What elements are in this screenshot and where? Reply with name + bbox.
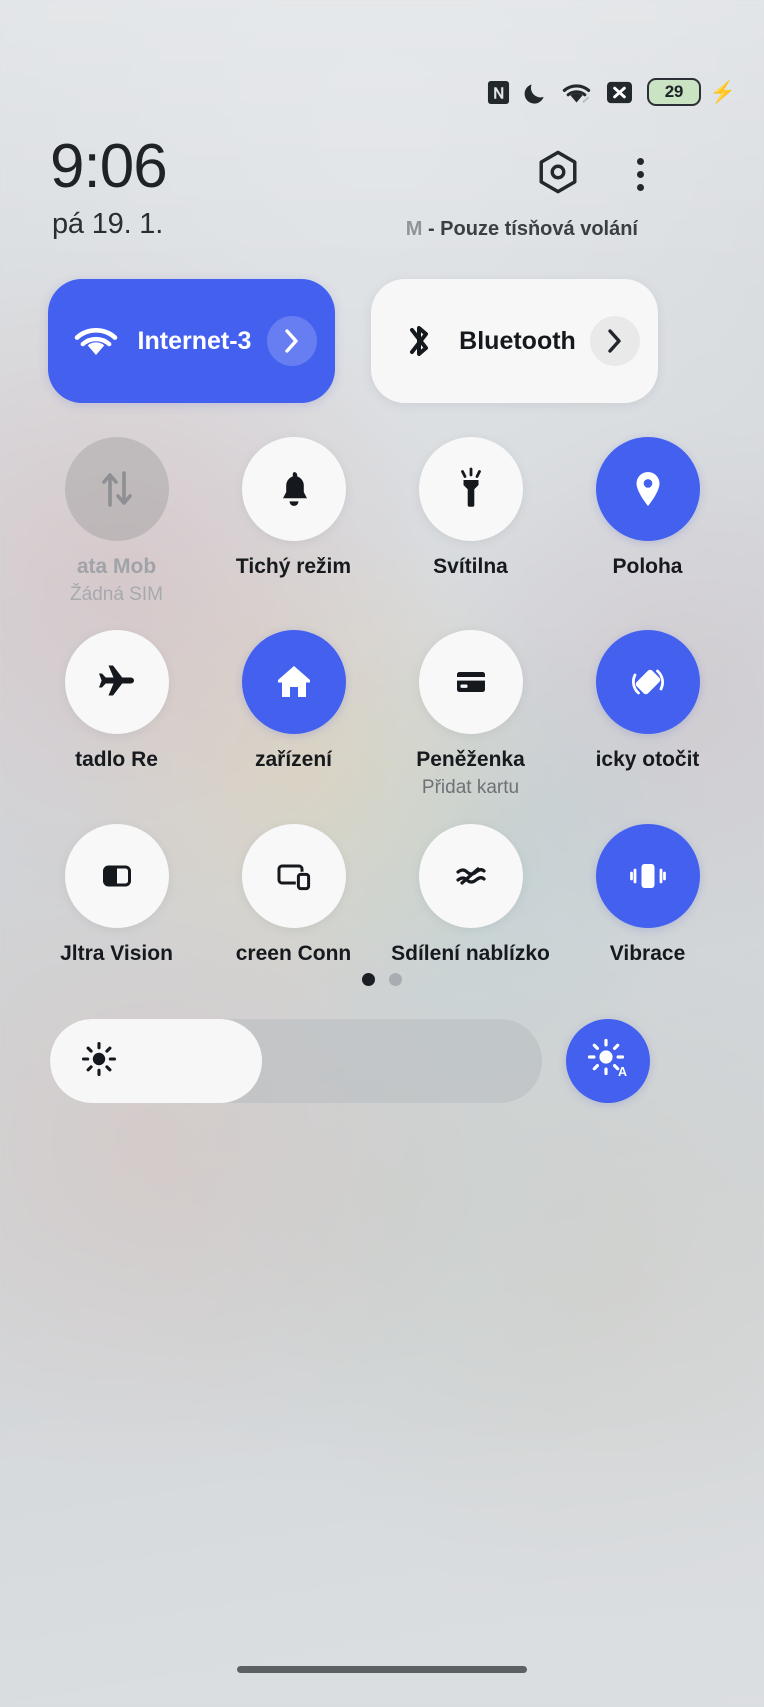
toggle-smart-devices-label: zařízení [254, 748, 333, 772]
data-transfer-icon [101, 471, 132, 507]
toggle-wallet-circle [418, 630, 523, 735]
toggle-auto-rotate[interactable]: icky otočit [559, 630, 736, 799]
toggle-silent-mode-label: Tichý režim [235, 555, 352, 578]
toggle-location-label: Poloha [612, 555, 683, 578]
date: pá 19. 1. [52, 208, 164, 240]
internet-tile-chevron[interactable] [267, 316, 317, 366]
toggle-flashlight-label: Svítilna [433, 555, 508, 578]
overflow-menu-button[interactable] [614, 148, 666, 200]
wifi-icon [561, 80, 592, 105]
toggle-flashlight[interactable]: Svítilna [382, 437, 559, 606]
charging-bolt-icon: ⚡ [709, 80, 736, 104]
cast-devices-icon [277, 864, 311, 892]
flashlight-icon [460, 467, 481, 507]
battery-indicator: 29 ⚡ [646, 78, 736, 106]
chevron-right-icon [285, 329, 298, 353]
bluetooth-icon [393, 318, 445, 364]
toggle-ultra-vision[interactable]: Jltra Vision [28, 823, 205, 967]
internet-tile[interactable]: Internet-3 [48, 279, 335, 403]
home-icon [277, 666, 310, 698]
credit-card-icon [456, 672, 485, 693]
toggle-smart-devices-circle [241, 630, 346, 735]
quick-settings-screen: 29 ⚡ 9:06 pá 19. 1. M - Pouze tísňová vo… [0, 0, 764, 1707]
toggle-vibrate[interactable]: Vibrace [559, 823, 736, 967]
more-vertical-icon-dot [636, 157, 644, 165]
toggle-location[interactable]: Poloha [559, 437, 736, 606]
auto-rotate-icon [631, 670, 664, 695]
toggle-ultra-vision-label: Jltra Vision [60, 941, 173, 965]
toggle-smart-devices[interactable]: zařízení [205, 630, 382, 799]
brightness-auto-icon: A [586, 1037, 630, 1086]
settings-button[interactable] [532, 148, 584, 200]
toggle-nearby-share[interactable]: Sdílení nablízko [382, 823, 559, 967]
more-vertical-icon-dot [636, 183, 644, 191]
vibrate-icon [629, 863, 666, 888]
carrier-message: - Pouze tísňová volání [427, 218, 638, 240]
brightness-slider-fill [50, 1019, 262, 1103]
toggle-vibrate-circle [595, 823, 700, 928]
toggle-nearby-share-label: Sdílení nablízko [391, 941, 550, 965]
clock: 9:06 [50, 132, 168, 201]
brightness-row: A [50, 1019, 714, 1103]
header: 9:06 pá 19. 1. M - Pouze tísňová volání [0, 122, 764, 252]
toggle-flashlight-circle [418, 437, 523, 541]
carrier-status: M - Pouze tísňová volání [406, 218, 638, 241]
auto-brightness-button[interactable]: A [566, 1019, 650, 1103]
bluetooth-tile[interactable]: Bluetooth [371, 279, 658, 403]
bluetooth-tile-chevron[interactable] [590, 316, 640, 366]
dnd-moon-icon [524, 80, 547, 105]
more-vertical-icon-dot [636, 170, 644, 178]
toggle-wallet-label: Peněženka [416, 748, 525, 772]
split-panel-icon [102, 865, 131, 887]
brightness-sun-icon [80, 1040, 118, 1083]
toggle-mobile-data-sub: Žádná SIM [70, 583, 163, 605]
location-pin-icon [636, 472, 659, 506]
toggle-nearby-share-circle [418, 823, 523, 928]
svg-text:A: A [618, 1065, 627, 1079]
carrier-name: M [405, 218, 423, 240]
toggle-vibrate-label: Vibrace [609, 941, 686, 965]
page-dot-2[interactable] [389, 973, 402, 986]
toggle-airplane-mode-label: tadlo Re [75, 748, 158, 772]
battery-icon: 29 [646, 78, 701, 106]
toggle-silent-mode[interactable]: Tichý režim [205, 437, 382, 606]
toggle-airplane-mode[interactable]: tadlo Re [28, 630, 205, 799]
hex-gear-icon [535, 149, 581, 200]
page-dot-1[interactable] [362, 973, 375, 986]
chevron-right-icon [608, 329, 621, 353]
toggle-mobile-data-label: ata Mob [76, 555, 157, 578]
status-bar: 29 ⚡ [0, 0, 764, 140]
toggle-screen-connect-circle [241, 823, 346, 928]
nfc-icon [487, 80, 510, 105]
wifi-icon [70, 322, 122, 360]
status-bar-icons: 29 ⚡ [487, 34, 736, 106]
toggle-mobile-data[interactable]: ata Mob Žádná SIM [28, 437, 205, 606]
toggle-screen-connect[interactable]: creen Conn [205, 823, 382, 967]
toggle-airplane-mode-circle [64, 630, 169, 735]
primary-tiles: Internet-3 Bluetooth [48, 279, 716, 403]
toggle-ultra-vision-circle [64, 823, 169, 928]
airplane-icon [98, 665, 134, 696]
toggle-mobile-data-circle [64, 437, 169, 541]
home-indicator[interactable] [237, 1666, 527, 1673]
no-sim-icon [606, 80, 633, 105]
toggle-wallet[interactable]: Peněženka Přidat kartu [382, 630, 559, 799]
bluetooth-tile-label: Bluetooth [459, 326, 576, 355]
toggle-auto-rotate-label: icky otočit [595, 748, 700, 772]
bell-icon [282, 472, 307, 506]
page-indicator [0, 973, 764, 986]
toggle-location-circle [595, 437, 700, 541]
toggle-auto-rotate-circle [595, 630, 700, 735]
quick-toggle-grid: ata Mob Žádná SIM Tichý režim Svítilna P… [28, 437, 736, 966]
toggle-screen-connect-label: creen Conn [235, 941, 352, 965]
nearby-share-icon [455, 867, 486, 885]
internet-tile-label: Internet-3 [137, 326, 252, 355]
brightness-slider[interactable] [50, 1019, 542, 1103]
battery-percent: 29 [664, 82, 684, 101]
toggle-silent-mode-circle [241, 437, 346, 541]
toggle-wallet-sub: Přidat kartu [421, 777, 520, 799]
